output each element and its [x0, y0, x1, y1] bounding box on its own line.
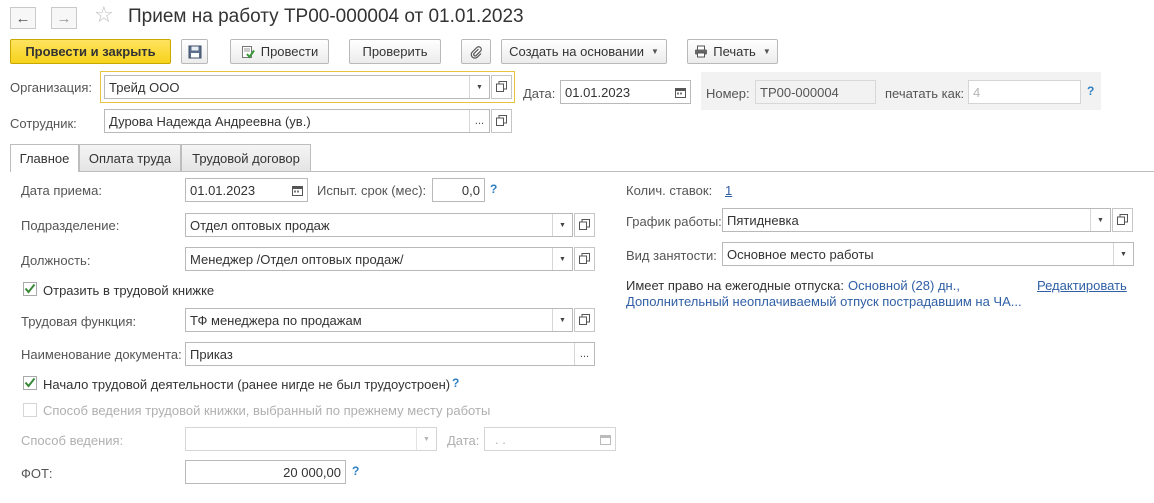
- department-field[interactable]: Отдел оптовых продаж ▼: [185, 213, 573, 237]
- doc-name-field[interactable]: Приказ ...: [185, 342, 595, 366]
- dropdown-arrow-icon[interactable]: ▼: [552, 214, 572, 236]
- chevron-down-icon: ▼: [650, 47, 659, 56]
- employment-field[interactable]: Основное место работы ▼: [722, 242, 1134, 266]
- edit-vacations-link[interactable]: Редактировать: [1037, 278, 1127, 293]
- workbook-checkbox-label: Отразить в трудовой книжке: [43, 283, 215, 298]
- rates-label: Колич. ставок:: [626, 183, 713, 198]
- tab-labor-contract[interactable]: Трудовой договор: [181, 144, 311, 171]
- rates-link[interactable]: 1: [725, 183, 732, 198]
- arrow-left-icon: ←: [15, 9, 31, 27]
- doc-name-label: Наименование документа:: [21, 347, 182, 362]
- calendar-icon[interactable]: [287, 179, 307, 201]
- dropdown-arrow-icon[interactable]: ▼: [469, 76, 489, 98]
- vacation-extra: Дополнительный неоплачиваемый отпуск пос…: [626, 294, 1022, 309]
- dropdown-arrow-icon[interactable]: ▼: [552, 309, 572, 331]
- vacation-label: Имеет право на ежегодные отпуска:: [626, 278, 844, 293]
- hire-date-field[interactable]: 01.01.2023: [185, 178, 308, 202]
- printer-icon: [694, 45, 708, 58]
- back-button[interactable]: ←: [10, 7, 36, 29]
- vacation-main: Основной (28) дн.,: [848, 278, 960, 293]
- labor-function-label: Трудовая функция:: [21, 314, 137, 329]
- check-button[interactable]: Проверить: [349, 39, 441, 64]
- open-window-icon: [579, 218, 590, 233]
- career-start-checkbox-label: Начало трудовой деятельности (ранее нигд…: [43, 377, 451, 392]
- career-start-checkbox[interactable]: [23, 376, 37, 390]
- schedule-label: График работы:: [626, 214, 722, 229]
- probation-label: Испыт. срок (мес):: [317, 183, 427, 198]
- select-ellipsis-button[interactable]: ...: [574, 343, 594, 365]
- schedule-open-button[interactable]: [1112, 208, 1133, 232]
- tab-divider: [10, 171, 1154, 172]
- print-as-label: печатать как:: [885, 86, 965, 101]
- open-window-icon: [496, 114, 507, 129]
- employee-label: Сотрудник:: [10, 116, 77, 131]
- select-ellipsis-button[interactable]: ...: [469, 110, 489, 132]
- department-label: Подразделение:: [21, 218, 120, 233]
- organization-open-button[interactable]: [491, 75, 512, 99]
- fot-field[interactable]: 20 000,00: [185, 460, 346, 484]
- floppy-disk-icon: [188, 45, 202, 59]
- employee-field[interactable]: Дурова Надежда Андреевна (ув.) ...: [104, 109, 490, 133]
- employment-label: Вид занятости:: [626, 248, 717, 263]
- chevron-down-icon: ▼: [762, 47, 771, 56]
- organization-field[interactable]: Трейд ООО ▼: [104, 75, 490, 99]
- date-field[interactable]: 01.01.2023: [560, 80, 691, 104]
- print-button[interactable]: Печать ▼: [687, 39, 778, 64]
- forward-button[interactable]: →: [51, 7, 77, 29]
- employee-open-button[interactable]: [491, 109, 512, 133]
- dropdown-arrow-icon[interactable]: ▼: [416, 428, 436, 450]
- attach-button[interactable]: [461, 39, 491, 64]
- tab-payment[interactable]: Оплата труда: [79, 144, 181, 171]
- create-based-on-button[interactable]: Создать на основании ▼: [501, 39, 667, 64]
- help-icon[interactable]: ?: [1087, 84, 1094, 98]
- arrow-right-icon: →: [56, 9, 72, 27]
- schedule-field[interactable]: Пятидневка ▼: [722, 208, 1111, 232]
- open-window-icon: [1117, 213, 1128, 228]
- page-title: Прием на работу ТР00-000004 от 01.01.202…: [128, 6, 524, 27]
- favorite-star-icon[interactable]: ☆: [94, 4, 114, 26]
- position-label: Должность:: [21, 253, 91, 268]
- probation-field[interactable]: 0,0: [432, 178, 485, 202]
- prev-method-checkbox[interactable]: [23, 403, 37, 417]
- open-window-icon: [496, 80, 507, 95]
- position-open-button[interactable]: [574, 247, 595, 271]
- workbook-checkbox[interactable]: [23, 282, 37, 296]
- number-label: Номер:: [706, 86, 750, 101]
- post-and-close-button[interactable]: Провести и закрыть: [10, 39, 171, 64]
- calendar-icon[interactable]: [595, 428, 615, 450]
- paperclip-icon: [469, 45, 483, 59]
- fot-label: ФОТ:: [21, 466, 53, 481]
- hire-date-label: Дата приема:: [21, 183, 102, 198]
- help-icon[interactable]: ?: [352, 464, 359, 478]
- position-field[interactable]: Менеджер /Отдел оптовых продаж/ ▼: [185, 247, 573, 271]
- print-as-field[interactable]: 4: [968, 80, 1081, 104]
- method-date-label: Дата:: [447, 433, 480, 448]
- method-label: Способ ведения:: [21, 433, 124, 448]
- department-open-button[interactable]: [574, 213, 595, 237]
- tab-main[interactable]: Главное: [10, 144, 79, 172]
- number-field: ТР00-000004: [755, 80, 876, 104]
- dropdown-arrow-icon[interactable]: ▼: [1113, 243, 1133, 265]
- date-label: Дата:: [523, 86, 556, 101]
- labor-function-field[interactable]: ТФ менеджера по продажам ▼: [185, 308, 573, 332]
- organization-label: Организация:: [10, 80, 93, 95]
- post-document-icon: [241, 45, 255, 59]
- calendar-icon[interactable]: [670, 81, 690, 103]
- open-window-icon: [579, 313, 590, 328]
- method-date-field[interactable]: . .: [484, 427, 616, 451]
- checkmark-icon: [24, 282, 36, 297]
- save-button[interactable]: [181, 39, 208, 64]
- help-icon[interactable]: ?: [490, 182, 497, 196]
- dropdown-arrow-icon[interactable]: ▼: [552, 248, 572, 270]
- labor-function-open-button[interactable]: [574, 308, 595, 332]
- dropdown-arrow-icon[interactable]: ▼: [1090, 209, 1110, 231]
- open-window-icon: [579, 252, 590, 267]
- post-button[interactable]: Провести: [230, 39, 329, 64]
- prev-method-checkbox-label: Способ ведения трудовой книжки, выбранны…: [43, 403, 491, 418]
- help-icon[interactable]: ?: [452, 376, 459, 390]
- method-field[interactable]: ▼: [185, 427, 437, 451]
- checkmark-icon: [24, 376, 36, 391]
